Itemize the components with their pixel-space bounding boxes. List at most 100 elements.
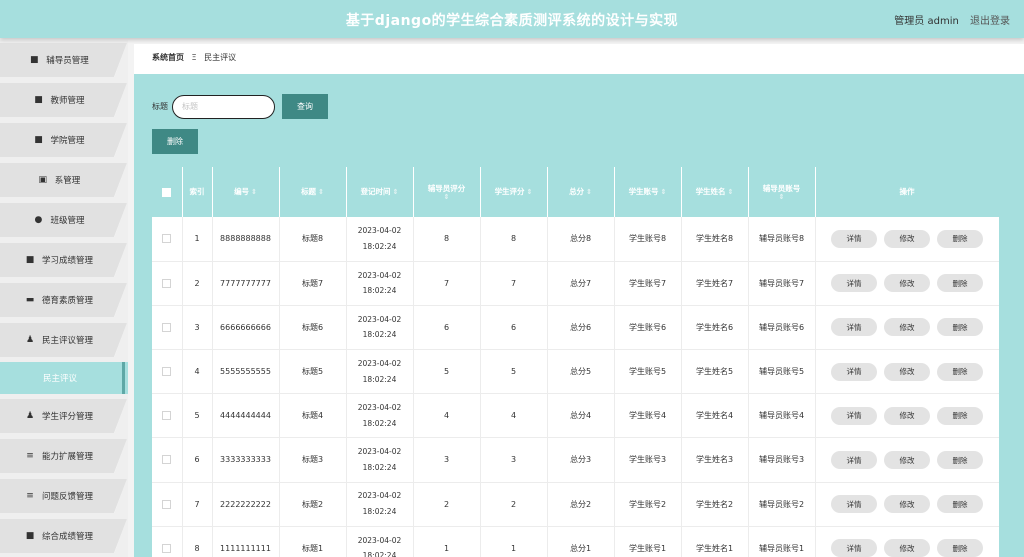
cell-index: 2 [182, 261, 213, 306]
breadcrumb-home[interactable]: 系统首页 [152, 53, 184, 62]
column-header: 操作 [815, 167, 999, 217]
column-header[interactable]: 总分 ⇕ [547, 167, 615, 217]
cell-student-account: 学生账号8 [614, 217, 682, 262]
row-checkbox[interactable] [162, 367, 172, 377]
delete-button[interactable]: 删除 [937, 539, 983, 557]
sidebar-item[interactable]: ■ 辅导员管理 [0, 40, 128, 80]
sidebar-item[interactable]: ■ 学院管理 [0, 120, 128, 160]
edit-button[interactable]: 修改 [884, 274, 930, 293]
column-header-label: 操作 [899, 187, 915, 197]
delete-button[interactable]: 删除 [937, 406, 983, 425]
sidebar-subitem-active[interactable]: 民主评议 [0, 362, 128, 394]
column-header[interactable]: 辅导员评分 ⇕ [413, 167, 481, 217]
column-header[interactable]: 登记时间 ⇕ [346, 167, 414, 217]
sidebar-item[interactable]: ■ 教师管理 [0, 80, 128, 120]
cell-total: 总分1 [547, 526, 615, 557]
cell-index: 5 [182, 393, 213, 439]
column-header-label: 学生评分 [494, 187, 525, 197]
cell-counselor-score: 5 [413, 349, 481, 395]
actions-cell: 详情 修改 删除 [815, 217, 999, 262]
cell-student-account: 学生账号2 [614, 482, 682, 527]
sort-icon[interactable]: ⇕ [251, 188, 257, 196]
edit-button[interactable]: 修改 [884, 406, 930, 425]
table-row: 4 5555555555 标题5 2023-04-02 18:02:24 5 5 总分5 学生… [152, 349, 999, 395]
sort-icon[interactable]: ⇕ [318, 188, 324, 196]
delete-button[interactable]: 删除 [937, 318, 983, 337]
sidebar-item-content: ≡ 问题反馈管理 [0, 479, 118, 513]
column-header[interactable]: 索引 [182, 167, 213, 217]
column-header[interactable]: 标题 ⇕ [279, 167, 347, 217]
sidebar-item[interactable]: ■ 综合成绩管理 [0, 516, 128, 556]
sidebar-item[interactable]: ▬ 德育素质管理 [0, 280, 128, 320]
delete-button[interactable]: 删除 [937, 495, 983, 514]
breadcrumb: 系统首页 Ξ 民主评议 [134, 44, 1024, 74]
cell-time: 2023-04-02 18:02:24 [346, 526, 414, 557]
detail-button[interactable]: 详情 [831, 406, 877, 425]
row-checkbox[interactable] [162, 234, 172, 244]
sidebar-item[interactable]: ♟ 民主评议管理 [0, 320, 128, 360]
sidebar-item[interactable]: ≡ 能力扩展管理 [0, 436, 128, 476]
sidebar-item-content: ▣ 系管理 [0, 163, 118, 197]
delete-button[interactable]: 删除 [937, 229, 983, 248]
edit-button[interactable]: 修改 [884, 539, 930, 557]
row-checkbox[interactable] [162, 322, 172, 332]
list-icon: ≡ [26, 491, 34, 501]
cell-counselor-account: 辅导员账号2 [748, 482, 816, 527]
sidebar-item[interactable]: ▣ 系管理 [0, 160, 128, 200]
row-select-cell [152, 261, 183, 306]
sort-icon[interactable]: ⇕ [751, 194, 813, 201]
table-row: 3 6666666666 标题6 2023-04-02 18:02:24 6 6 总分6 学生… [152, 305, 999, 351]
sidebar-item-label: 能力扩展管理 [41, 452, 93, 462]
delete-button[interactable]: 删除 [937, 274, 983, 293]
sidebar-item[interactable]: ≡ 问题反馈管理 [0, 476, 128, 516]
detail-button[interactable]: 详情 [831, 229, 877, 248]
detail-button[interactable]: 详情 [831, 495, 877, 514]
detail-button[interactable]: 详情 [831, 274, 877, 293]
column-header[interactable]: 编号 ⇕ [212, 167, 280, 217]
sort-icon[interactable]: ⇕ [728, 188, 734, 196]
sort-icon[interactable]: ⇕ [661, 188, 667, 196]
detail-button[interactable]: 详情 [831, 318, 877, 337]
delete-button[interactable]: 删除 [937, 451, 983, 470]
column-header-label: 编号 [234, 187, 250, 197]
table-body: 1 8888888888 标题8 2023-04-02 18:02:24 8 8 总分8 学生… [152, 217, 999, 557]
row-select-cell [152, 482, 183, 527]
search-button[interactable]: 查询 [282, 94, 328, 119]
column-header[interactable]: 学生评分 ⇕ [480, 167, 548, 217]
row-checkbox[interactable] [162, 278, 172, 288]
search-input[interactable] [172, 94, 275, 119]
edit-button[interactable]: 修改 [884, 495, 930, 514]
row-checkbox[interactable] [162, 543, 172, 553]
sidebar-item[interactable]: ♟ 学生评分管理 [0, 396, 128, 436]
cell-title: 标题2 [279, 482, 347, 527]
edit-button[interactable]: 修改 [884, 229, 930, 248]
edit-button[interactable]: 修改 [884, 318, 930, 337]
sort-icon[interactable]: ⇕ [527, 188, 533, 196]
map-pin-icon: ● [34, 215, 43, 225]
sidebar-item[interactable]: ● 班级管理 [0, 200, 128, 240]
column-header[interactable]: 学生账号 ⇕ [614, 167, 682, 217]
sidebar-item-label: 班级管理 [50, 216, 85, 226]
cell-student-account: 学生账号5 [614, 349, 682, 395]
detail-button[interactable]: 详情 [831, 362, 877, 381]
cell-title: 标题6 [279, 305, 347, 351]
column-header[interactable]: 学生姓名 ⇕ [681, 167, 749, 217]
sort-icon[interactable]: ⇕ [416, 194, 478, 201]
column-header[interactable]: 辅导员账号 ⇕ [748, 167, 816, 217]
bulk-delete-button[interactable]: 删除 [152, 129, 198, 154]
select-all-checkbox[interactable] [162, 187, 172, 197]
detail-button[interactable]: 详情 [831, 539, 877, 557]
row-checkbox[interactable] [162, 499, 172, 509]
cell-code: 5555555555 [212, 349, 280, 395]
edit-button[interactable]: 修改 [884, 451, 930, 470]
edit-button[interactable]: 修改 [884, 362, 930, 381]
row-checkbox[interactable] [162, 411, 172, 421]
sidebar-item[interactable]: ■ 学习成绩管理 [0, 240, 128, 280]
sort-icon[interactable]: ⇕ [393, 188, 399, 196]
search-label: 标题 [152, 102, 168, 111]
sort-icon[interactable]: ⇕ [586, 188, 592, 196]
detail-button[interactable]: 详情 [831, 451, 877, 470]
logout-link[interactable]: 退出登录 [970, 16, 1010, 27]
row-checkbox[interactable] [162, 455, 172, 465]
delete-button[interactable]: 删除 [937, 362, 983, 381]
